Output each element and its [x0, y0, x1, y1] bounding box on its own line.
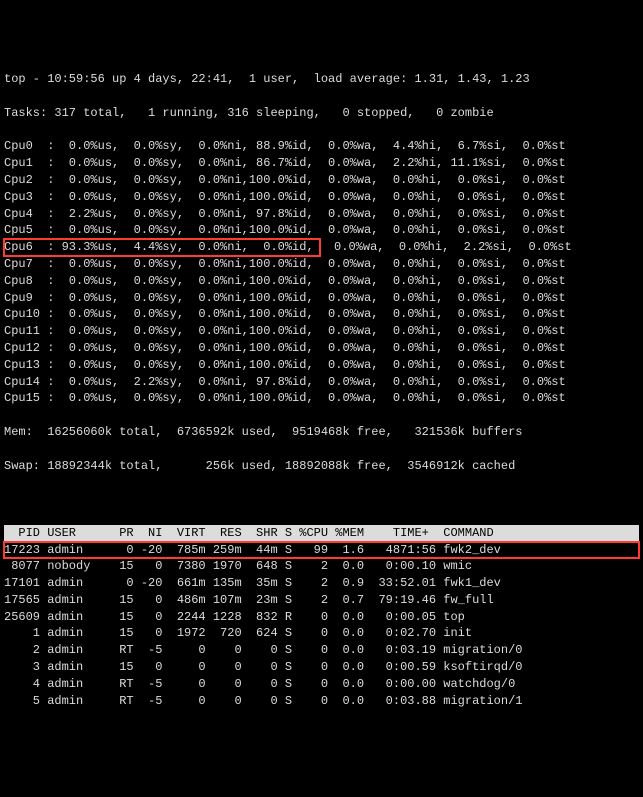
process-list: 17223 admin 0 -20 785m 259m 44m S 99 1.6… [4, 542, 639, 710]
cpu-row-cpu6: Cpu6 : 93.3%us, 4.4%sy, 0.0%ni, 0.0%id, … [4, 239, 639, 256]
cpu-row-cpu1: Cpu1 : 0.0%us, 0.0%sy, 0.0%ni, 86.7%id, … [4, 155, 639, 172]
cpu-row-cpu15: Cpu15 : 0.0%us, 0.0%sy, 0.0%ni,100.0%id,… [4, 390, 639, 407]
process-row: 25609 admin 15 0 2244 1228 832 R 0 0.0 0… [4, 609, 639, 626]
tasks-line: Tasks: 317 total, 1 running, 316 sleepin… [4, 105, 639, 122]
process-row: 2 admin RT -5 0 0 0 S 0 0.0 0:03.19 migr… [4, 642, 639, 659]
process-row: 3 admin 15 0 0 0 0 S 0 0.0 0:00.59 ksoft… [4, 659, 639, 676]
process-table-header: PID USER PR NI VIRT RES SHR S %CPU %MEM … [4, 525, 639, 542]
cpu-row-cpu3: Cpu3 : 0.0%us, 0.0%sy, 0.0%ni,100.0%id, … [4, 189, 639, 206]
process-row: 8077 nobody 15 0 7380 1970 648 S 2 0.0 0… [4, 558, 639, 575]
cpu-row-cpu9: Cpu9 : 0.0%us, 0.0%sy, 0.0%ni,100.0%id, … [4, 290, 639, 307]
process-row-highlight: 17223 admin 0 -20 785m 259m 44m S 99 1.6… [4, 542, 639, 559]
cpu-row-cpu0: Cpu0 : 0.0%us, 0.0%sy, 0.0%ni, 88.9%id, … [4, 138, 639, 155]
cpu-row-cpu4: Cpu4 : 2.2%us, 0.0%sy, 0.0%ni, 97.8%id, … [4, 206, 639, 223]
process-row: 4 admin RT -5 0 0 0 S 0 0.0 0:00.00 watc… [4, 676, 639, 693]
process-row: 17101 admin 0 -20 661m 135m 35m S 2 0.9 … [4, 575, 639, 592]
blank-line [4, 491, 639, 508]
cpu-block: Cpu0 : 0.0%us, 0.0%sy, 0.0%ni, 88.9%id, … [4, 138, 639, 407]
cpu-row-cpu14: Cpu14 : 0.0%us, 2.2%sy, 0.0%ni, 97.8%id,… [4, 374, 639, 391]
process-row: 17565 admin 15 0 486m 107m 23m S 2 0.7 7… [4, 592, 639, 609]
cpu-row-tail: 0.0%wa, 0.0%hi, 2.2%si, 0.0%st [320, 240, 572, 254]
cpu-row-cpu7: Cpu7 : 0.0%us, 0.0%sy, 0.0%ni,100.0%id, … [4, 256, 639, 273]
cpu-row-cpu8: Cpu8 : 0.0%us, 0.0%sy, 0.0%ni,100.0%id, … [4, 273, 639, 290]
cpu-row-cpu12: Cpu12 : 0.0%us, 0.0%sy, 0.0%ni,100.0%id,… [4, 340, 639, 357]
cpu-highlight: Cpu6 : 93.3%us, 4.4%sy, 0.0%ni, 0.0%id, [4, 239, 320, 256]
process-row: 5 admin RT -5 0 0 0 S 0 0.0 0:03.88 migr… [4, 693, 639, 710]
cpu-row-cpu2: Cpu2 : 0.0%us, 0.0%sy, 0.0%ni,100.0%id, … [4, 172, 639, 189]
cpu-row-cpu13: Cpu13 : 0.0%us, 0.0%sy, 0.0%ni,100.0%id,… [4, 357, 639, 374]
mem-line: Mem: 16256060k total, 6736592k used, 951… [4, 424, 639, 441]
cpu-row-cpu5: Cpu5 : 0.0%us, 0.0%sy, 0.0%ni,100.0%id, … [4, 222, 639, 239]
swap-line: Swap: 18892344k total, 256k used, 188920… [4, 458, 639, 475]
cpu-row-cpu10: Cpu10 : 0.0%us, 0.0%sy, 0.0%ni,100.0%id,… [4, 306, 639, 323]
cpu-row-cpu11: Cpu11 : 0.0%us, 0.0%sy, 0.0%ni,100.0%id,… [4, 323, 639, 340]
top-summary-line: top - 10:59:56 up 4 days, 22:41, 1 user,… [4, 71, 639, 88]
process-row: 1 admin 15 0 1972 720 624 S 0 0.0 0:02.7… [4, 625, 639, 642]
